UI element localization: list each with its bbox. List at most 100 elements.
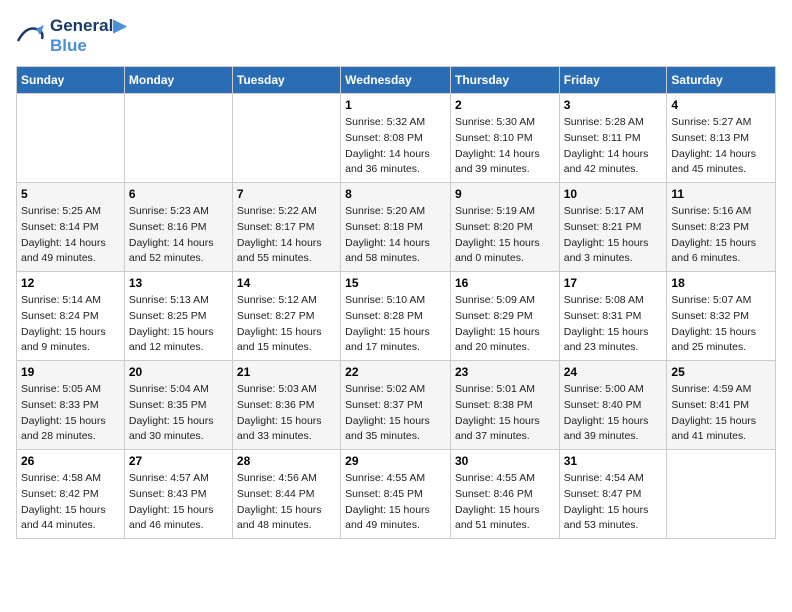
day-info: Sunrise: 5:08 AM Sunset: 8:31 PM Dayligh… (564, 293, 663, 356)
day-info: Sunrise: 5:16 AM Sunset: 8:23 PM Dayligh… (671, 204, 771, 267)
calendar-cell: 28Sunrise: 4:56 AM Sunset: 8:44 PM Dayli… (232, 450, 340, 539)
day-number: 5 (21, 187, 120, 201)
day-number: 4 (671, 98, 771, 112)
day-number: 19 (21, 365, 120, 379)
calendar-body: 1Sunrise: 5:32 AM Sunset: 8:08 PM Daylig… (17, 94, 776, 539)
weekday-header-cell: Wednesday (341, 67, 451, 94)
day-info: Sunrise: 4:55 AM Sunset: 8:46 PM Dayligh… (455, 471, 555, 534)
day-info: Sunrise: 5:10 AM Sunset: 8:28 PM Dayligh… (345, 293, 446, 356)
calendar-cell: 31 Sunrise: 4:54 AM Sunset: 8:47 PM Dayli… (559, 450, 667, 539)
day-number: 29 (345, 454, 446, 468)
day-number: 21 (237, 365, 336, 379)
day-number: 31 (564, 454, 663, 468)
day-number: 13 (129, 276, 228, 290)
day-info: Sunrise: 5:07 AM Sunset: 8:32 PM Dayligh… (671, 293, 771, 356)
logo-text: General▶ Blue (50, 16, 126, 56)
day-number: 20 (129, 365, 228, 379)
day-info: Sunrise: 5:09 AM Sunset: 8:29 PM Dayligh… (455, 293, 555, 356)
day-info: Sunrise: 5:22 AM Sunset: 8:17 PM Dayligh… (237, 204, 336, 267)
day-info: Sunrise: 4:58 AM Sunset: 8:42 PM Dayligh… (21, 471, 120, 534)
day-info: Sunrise: 5:20 AM Sunset: 8:18 PM Dayligh… (345, 204, 446, 267)
calendar-cell (667, 450, 776, 539)
day-info: Sunrise: 5:23 AM Sunset: 8:16 PM Dayligh… (129, 204, 228, 267)
day-info: Sunrise: 5:30 AM Sunset: 8:10 PM Dayligh… (455, 115, 555, 178)
calendar-week-row: 5Sunrise: 5:25 AM Sunset: 8:14 PM Daylig… (17, 183, 776, 272)
day-info: Sunrise: 4:56 AM Sunset: 8:44 PM Dayligh… (237, 471, 336, 534)
day-info: Sunrise: 4:59 AM Sunset: 8:41 PM Dayligh… (671, 382, 771, 445)
calendar-week-row: 12 Sunrise: 5:14 AM Sunset: 8:24 PM Dayli… (17, 272, 776, 361)
weekday-header-cell: Monday (124, 67, 232, 94)
day-info: Sunrise: 5:17 AM Sunset: 8:21 PM Dayligh… (564, 204, 663, 267)
weekday-header-cell: Thursday (450, 67, 559, 94)
calendar-cell: 6 Sunrise: 5:23 AM Sunset: 8:16 PM Daylig… (124, 183, 232, 272)
weekday-header-cell: Sunday (17, 67, 125, 94)
calendar-cell (17, 94, 125, 183)
calendar-cell: 27 Sunrise: 4:57 AM Sunset: 8:43 PM Dayli… (124, 450, 232, 539)
day-number: 15 (345, 276, 446, 290)
calendar-cell: 29 Sunrise: 4:55 AM Sunset: 8:45 PM Dayli… (341, 450, 451, 539)
day-number: 10 (564, 187, 663, 201)
calendar-week-row: 26Sunrise: 4:58 AM Sunset: 8:42 PM Dayli… (17, 450, 776, 539)
page-header: General▶ Blue (16, 16, 776, 56)
day-number: 18 (671, 276, 771, 290)
day-info: Sunrise: 5:27 AM Sunset: 8:13 PM Dayligh… (671, 115, 771, 178)
day-info: Sunrise: 4:54 AM Sunset: 8:47 PM Dayligh… (564, 471, 663, 534)
calendar-cell: 23Sunrise: 5:01 AM Sunset: 8:38 PM Dayli… (450, 361, 559, 450)
day-number: 12 (21, 276, 120, 290)
day-number: 25 (671, 365, 771, 379)
calendar-cell: 3 Sunrise: 5:28 AM Sunset: 8:11 PM Daylig… (559, 94, 667, 183)
day-info: Sunrise: 5:32 AM Sunset: 8:08 PM Dayligh… (345, 115, 446, 178)
weekday-header-cell: Saturday (667, 67, 776, 94)
calendar-cell: 18 Sunrise: 5:07 AM Sunset: 8:32 PM Dayli… (667, 272, 776, 361)
day-info: Sunrise: 4:55 AM Sunset: 8:45 PM Dayligh… (345, 471, 446, 534)
calendar-cell: 7 Sunrise: 5:22 AM Sunset: 8:17 PM Daylig… (232, 183, 340, 272)
day-info: Sunrise: 5:01 AM Sunset: 8:38 PM Dayligh… (455, 382, 555, 445)
calendar-cell: 13 Sunrise: 5:13 AM Sunset: 8:25 PM Dayli… (124, 272, 232, 361)
day-info: Sunrise: 5:13 AM Sunset: 8:25 PM Dayligh… (129, 293, 228, 356)
calendar-cell: 1Sunrise: 5:32 AM Sunset: 8:08 PM Daylig… (341, 94, 451, 183)
day-info: Sunrise: 5:00 AM Sunset: 8:40 PM Dayligh… (564, 382, 663, 445)
day-info: Sunrise: 4:57 AM Sunset: 8:43 PM Dayligh… (129, 471, 228, 534)
calendar-cell: 10 Sunrise: 5:17 AM Sunset: 8:21 PM Dayli… (559, 183, 667, 272)
calendar-cell: 8 Sunrise: 5:20 AM Sunset: 8:18 PM Daylig… (341, 183, 451, 272)
day-info: Sunrise: 5:04 AM Sunset: 8:35 PM Dayligh… (129, 382, 228, 445)
calendar-cell: 24 Sunrise: 5:00 AM Sunset: 8:40 PM Dayli… (559, 361, 667, 450)
day-number: 16 (455, 276, 555, 290)
day-number: 6 (129, 187, 228, 201)
day-number: 24 (564, 365, 663, 379)
day-number: 7 (237, 187, 336, 201)
calendar-cell: 19Sunrise: 5:05 AM Sunset: 8:33 PM Dayli… (17, 361, 125, 450)
day-number: 14 (237, 276, 336, 290)
calendar-cell: 9Sunrise: 5:19 AM Sunset: 8:20 PM Daylig… (450, 183, 559, 272)
weekday-header-cell: Friday (559, 67, 667, 94)
day-info: Sunrise: 5:28 AM Sunset: 8:11 PM Dayligh… (564, 115, 663, 178)
calendar-cell (124, 94, 232, 183)
day-number: 2 (455, 98, 555, 112)
calendar-cell: 4 Sunrise: 5:27 AM Sunset: 8:13 PM Daylig… (667, 94, 776, 183)
calendar-cell: 2 Sunrise: 5:30 AM Sunset: 8:10 PM Daylig… (450, 94, 559, 183)
calendar-cell: 16 Sunrise: 5:09 AM Sunset: 8:29 PM Dayli… (450, 272, 559, 361)
calendar-cell: 25 Sunrise: 4:59 AM Sunset: 8:41 PM Dayli… (667, 361, 776, 450)
day-number: 8 (345, 187, 446, 201)
day-number: 3 (564, 98, 663, 112)
calendar-cell: 11 Sunrise: 5:16 AM Sunset: 8:23 PM Dayli… (667, 183, 776, 272)
calendar-cell: 21 Sunrise: 5:03 AM Sunset: 8:36 PM Dayli… (232, 361, 340, 450)
calendar-cell: 15 Sunrise: 5:10 AM Sunset: 8:28 PM Dayli… (341, 272, 451, 361)
calendar-cell: 12 Sunrise: 5:14 AM Sunset: 8:24 PM Dayli… (17, 272, 125, 361)
calendar-cell: 20 Sunrise: 5:04 AM Sunset: 8:35 PM Dayli… (124, 361, 232, 450)
day-info: Sunrise: 5:14 AM Sunset: 8:24 PM Dayligh… (21, 293, 120, 356)
logo: General▶ Blue (16, 16, 126, 56)
calendar-cell: 30 Sunrise: 4:55 AM Sunset: 8:46 PM Dayli… (450, 450, 559, 539)
calendar-cell: 26Sunrise: 4:58 AM Sunset: 8:42 PM Dayli… (17, 450, 125, 539)
calendar-cell: 14Sunrise: 5:12 AM Sunset: 8:27 PM Dayli… (232, 272, 340, 361)
day-number: 11 (671, 187, 771, 201)
calendar-cell: 17Sunrise: 5:08 AM Sunset: 8:31 PM Dayli… (559, 272, 667, 361)
calendar-table: SundayMondayTuesdayWednesdayThursdayFrid… (16, 66, 776, 539)
day-number: 9 (455, 187, 555, 201)
weekday-header-row: SundayMondayTuesdayWednesdayThursdayFrid… (17, 67, 776, 94)
day-info: Sunrise: 5:03 AM Sunset: 8:36 PM Dayligh… (237, 382, 336, 445)
day-number: 30 (455, 454, 555, 468)
calendar-week-row: 1Sunrise: 5:32 AM Sunset: 8:08 PM Daylig… (17, 94, 776, 183)
day-number: 22 (345, 365, 446, 379)
day-number: 27 (129, 454, 228, 468)
